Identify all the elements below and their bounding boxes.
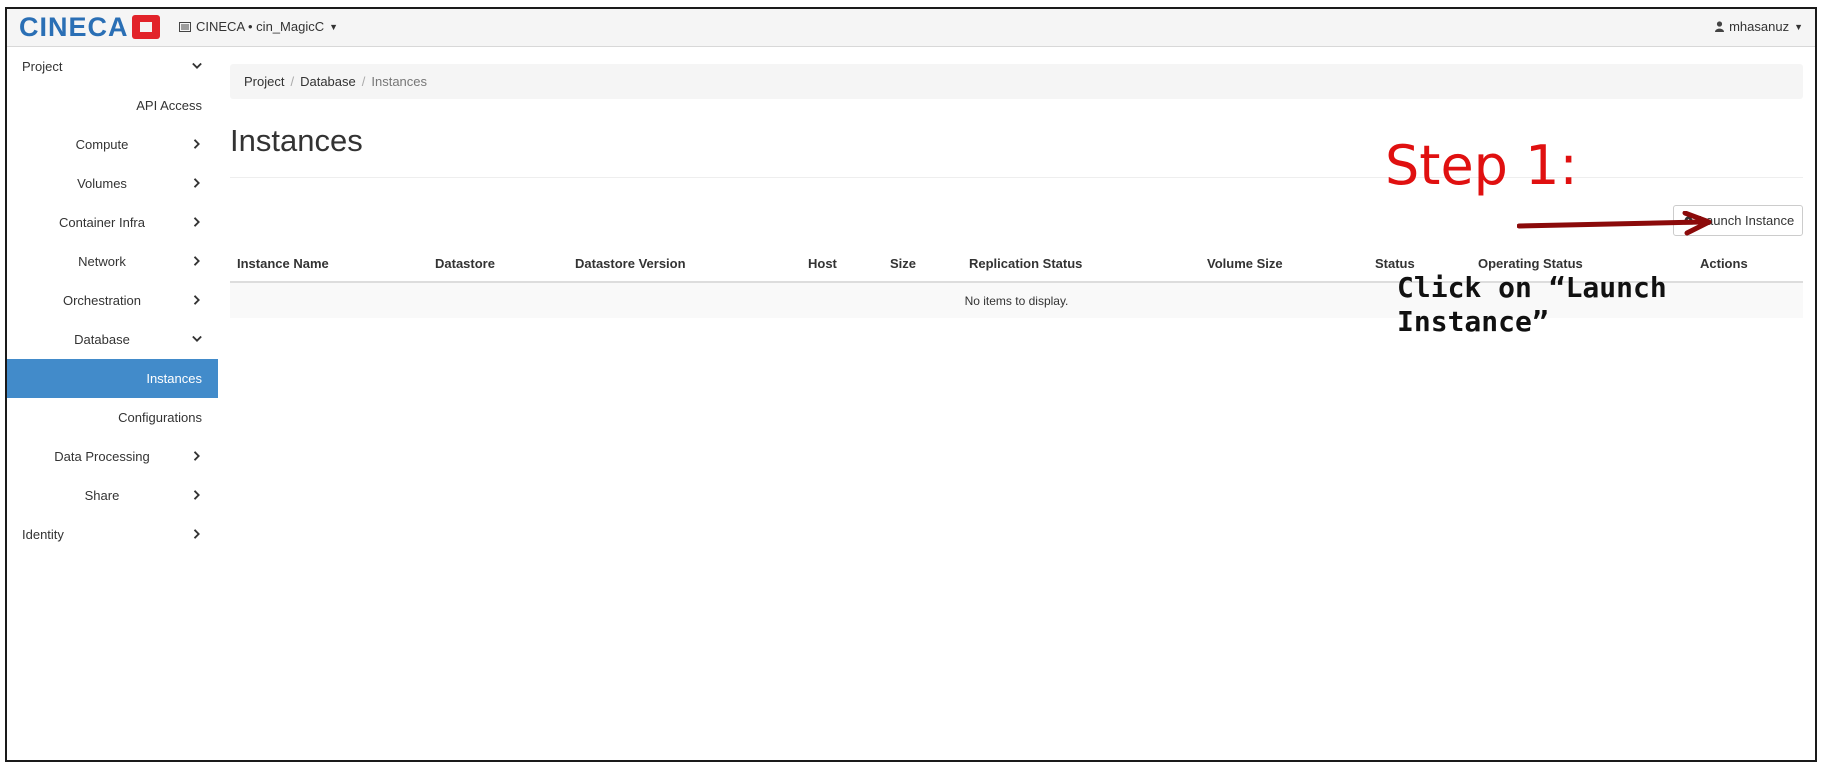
column-header[interactable]: Instance Name — [237, 256, 329, 271]
column-header[interactable]: Datastore — [435, 256, 495, 271]
user-menu[interactable]: mhasanuz ▼ — [1715, 19, 1803, 34]
column-header: Actions — [1700, 256, 1748, 271]
annotation-instruction-line: Click on “Launch — [1397, 271, 1667, 304]
sidebar-item-label: Instances — [146, 371, 202, 386]
sidebar-item-label: Network — [78, 254, 126, 269]
list-icon — [179, 21, 191, 32]
chevron-right-icon — [193, 295, 200, 305]
column-header[interactable]: Datastore Version — [575, 256, 686, 271]
chevron-down-icon — [192, 335, 202, 342]
sidebar-item-label: Project — [22, 59, 63, 74]
sidebar-item-container-infra[interactable]: Container Infra — [7, 203, 218, 242]
caret-down-icon: ▼ — [329, 21, 339, 32]
breadcrumb: Project / Database / Instances — [230, 64, 1803, 99]
breadcrumb-separator: / — [290, 74, 295, 89]
sidebar-item-label: Orchestration — [62, 293, 142, 308]
chevron-right-icon — [193, 217, 200, 227]
top-navbar: CINECA CINECA • cin_MagicC ▼ mhasanuz ▼ — [7, 9, 1815, 47]
sidebar-item-volumes[interactable]: Volumes — [7, 164, 218, 203]
annotation-arrow-icon — [1517, 211, 1712, 236]
sidebar-item-api-access[interactable]: API Access — [7, 86, 218, 125]
sidebar-item-configurations[interactable]: Configurations — [7, 398, 218, 437]
sidebar-item-label: Identity — [22, 527, 64, 542]
sidebar-item-label: Compute — [75, 137, 129, 152]
breadcrumb-database[interactable]: Database — [300, 74, 356, 89]
chevron-right-icon — [193, 529, 200, 539]
breadcrumb-current: Instances — [371, 74, 428, 89]
page-title: Instances — [230, 123, 363, 158]
annotation-instruction: Click on “Launch Instance” — [1397, 271, 1667, 339]
column-header[interactable]: Status — [1375, 256, 1415, 271]
sidebar-item-label: Share — [84, 488, 120, 503]
sidebar-item-instances[interactable]: Instances — [7, 359, 218, 398]
sidebar-item-data-processing[interactable]: Data Processing — [7, 437, 218, 476]
sidebar-item-label: Database — [74, 332, 130, 347]
sidebar-item-label: Configurations — [118, 410, 202, 425]
chevron-right-icon — [193, 139, 200, 149]
column-header[interactable]: Size — [890, 256, 916, 271]
sidebar-item-identity[interactable]: Identity — [7, 515, 218, 554]
column-header[interactable]: Operating Status — [1478, 256, 1583, 271]
sidebar-item-share[interactable]: Share — [7, 476, 218, 515]
empty-message: No items to display. — [964, 293, 1069, 308]
sidebar: Project API Access Compute Volumes Conta… — [7, 47, 218, 760]
user-icon — [1715, 21, 1725, 32]
project-switcher[interactable]: CINECA • cin_MagicC ▼ — [179, 19, 338, 34]
chevron-down-icon — [192, 62, 202, 69]
chevron-right-icon — [193, 451, 200, 461]
sidebar-item-label: Volumes — [77, 176, 127, 191]
sidebar-item-network[interactable]: Network — [7, 242, 218, 281]
screenshot-frame: CINECA CINECA • cin_MagicC ▼ mhasanuz ▼ … — [5, 7, 1817, 762]
column-header[interactable]: Host — [808, 256, 837, 271]
column-header[interactable]: Volume Size — [1207, 256, 1283, 271]
annotation-step-title: Step 1: — [1385, 134, 1578, 197]
chevron-right-icon — [193, 256, 200, 266]
sidebar-item-label: Data Processing — [54, 449, 150, 464]
sidebar-item-database[interactable]: Database — [7, 320, 218, 359]
logo[interactable]: CINECA — [19, 12, 160, 42]
breadcrumb-separator: / — [361, 74, 366, 89]
sidebar-item-project[interactable]: Project — [7, 47, 218, 86]
logo-text: CINECA — [19, 11, 129, 42]
sidebar-item-label: API Access — [136, 98, 202, 113]
column-header[interactable]: Replication Status — [969, 256, 1082, 271]
chevron-right-icon — [193, 178, 200, 188]
breadcrumb-project[interactable]: Project — [244, 74, 284, 89]
sidebar-item-compute[interactable]: Compute — [7, 125, 218, 164]
project-switcher-label: CINECA • cin_MagicC — [196, 19, 325, 34]
annotation-instruction-line: Instance” — [1397, 305, 1549, 338]
caret-down-icon: ▼ — [1794, 21, 1803, 32]
user-name: mhasanuz — [1729, 19, 1790, 34]
sidebar-item-label: Container Infra — [59, 215, 145, 230]
sidebar-item-orchestration[interactable]: Orchestration — [7, 281, 218, 320]
chevron-right-icon — [193, 490, 200, 500]
openstack-logo-icon — [131, 15, 160, 39]
